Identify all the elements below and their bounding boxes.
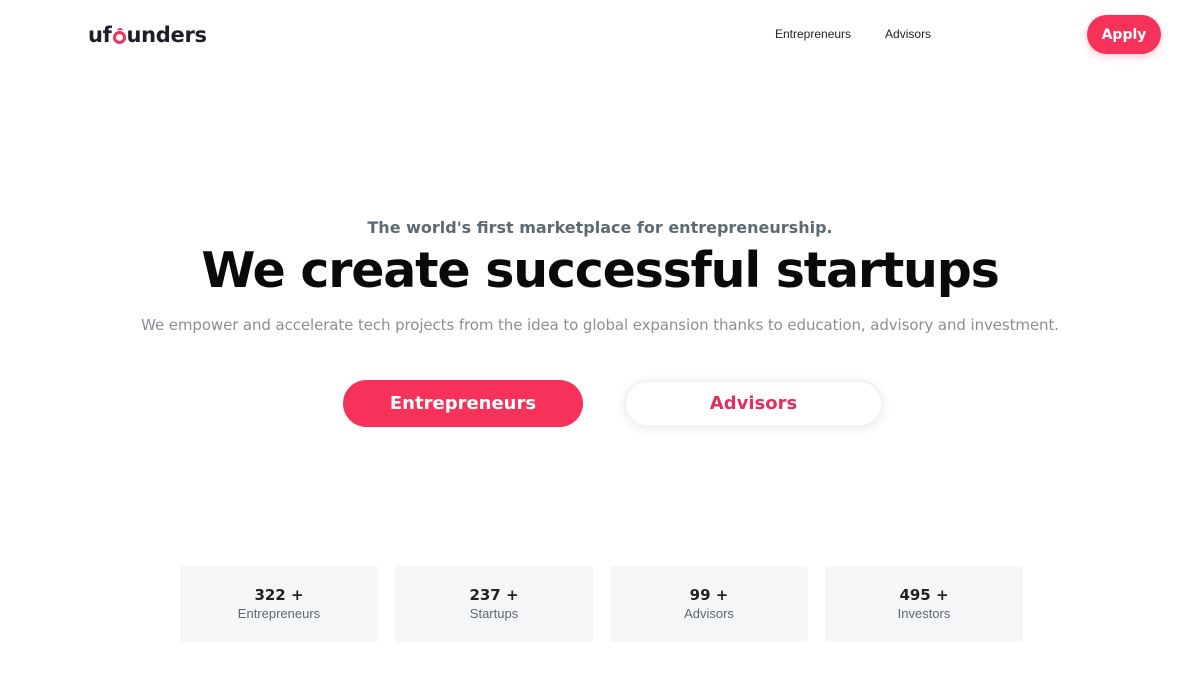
nav-link-advisors[interactable]: Advisors (885, 27, 931, 41)
apply-button[interactable]: Apply (1087, 15, 1161, 54)
stat-label: Investors (897, 606, 951, 621)
logo[interactable]: uf unders (88, 22, 207, 48)
nav-link-entrepreneurs[interactable]: Entrepreneurs (775, 27, 851, 41)
hero-subline: We empower and accelerate tech projects … (141, 316, 1059, 334)
hero-eyebrow: The world's first marketplace for entrep… (367, 218, 833, 237)
hero-headline: We create successful startups (201, 242, 999, 299)
logo-text-prefix: uf (88, 23, 112, 47)
entrepreneurs-cta-button[interactable]: Entrepreneurs (343, 380, 583, 427)
stat-label: Entrepreneurs (237, 606, 321, 621)
stat-value: 99 + (689, 586, 729, 604)
stat-card-investors: 495 + Investors (825, 566, 1023, 642)
stat-value: 495 + (899, 586, 949, 604)
stat-card-startups: 237 + Startups (395, 566, 593, 642)
stat-value: 237 + (469, 586, 519, 604)
stat-value: 322 + (254, 586, 304, 604)
stat-label: Advisors (684, 606, 734, 621)
stat-card-entrepreneurs: 322 + Entrepreneurs (180, 566, 378, 642)
page: uf unders Entrepreneurs Advisors Apply T… (0, 0, 1200, 686)
site-header: uf unders Entrepreneurs Advisors Apply (0, 0, 1200, 70)
logo-text-suffix: unders (126, 23, 208, 47)
stat-label: Startups (469, 606, 519, 621)
stat-card-advisors: 99 + Advisors (610, 566, 808, 642)
main-nav: Entrepreneurs Advisors (775, 27, 931, 41)
advisors-cta-button[interactable]: Advisors (624, 380, 883, 427)
logo-mark-icon (112, 28, 126, 44)
stats-section: 322 + Entrepreneurs 237 + Startups 99 + … (180, 566, 1023, 642)
